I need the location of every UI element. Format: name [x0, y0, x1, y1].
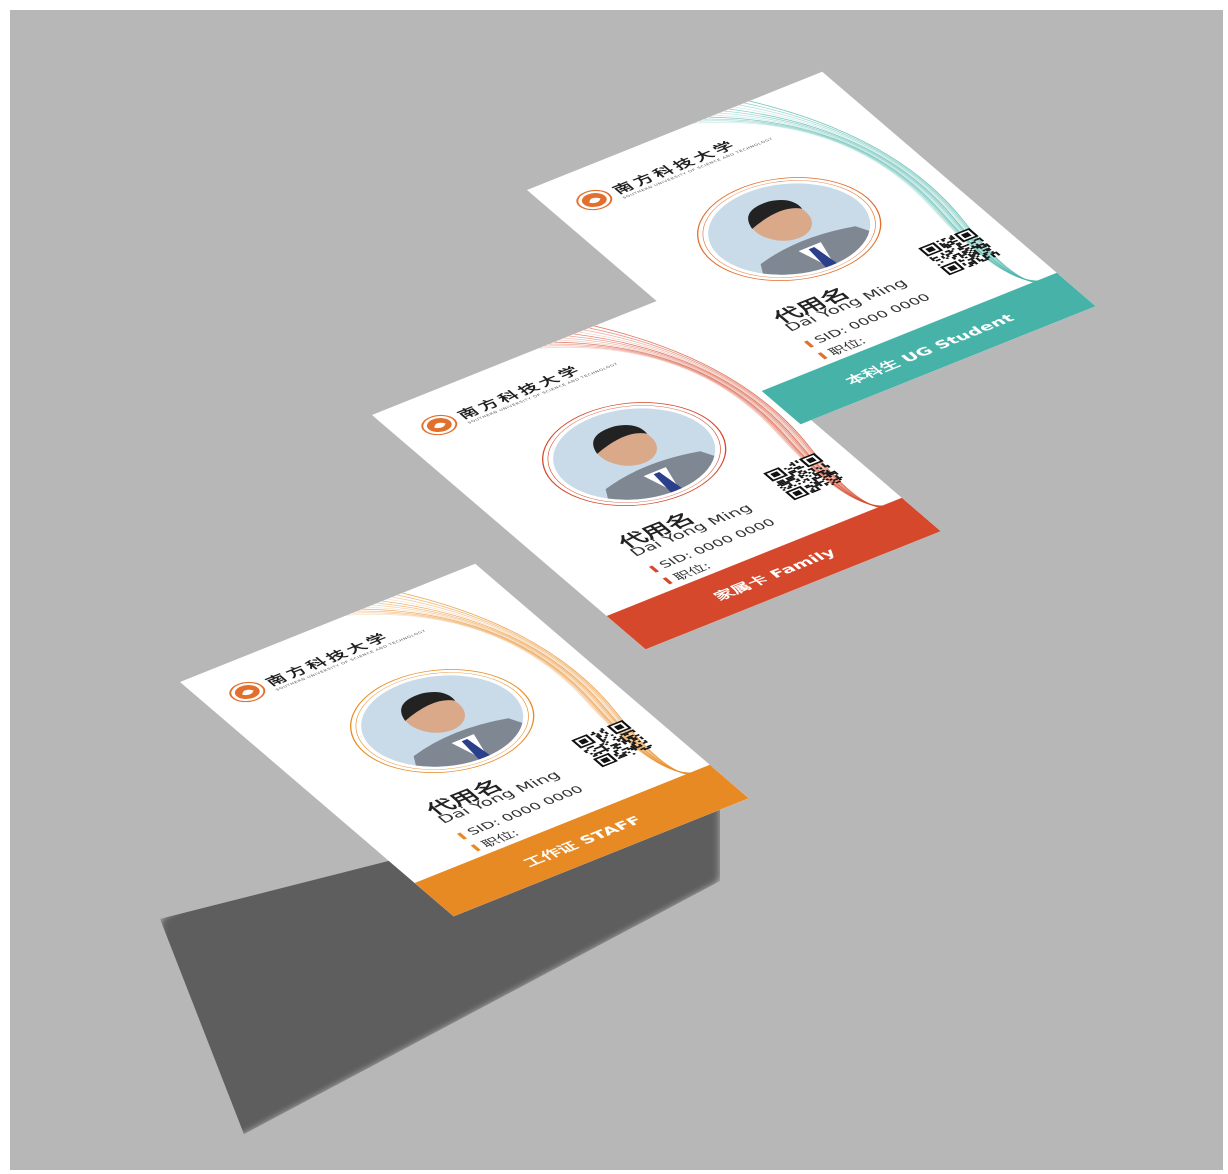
mockup-scene: 南方科技大学 SOUTHERN UNIVERSITY OF SCIENCE AN…: [10, 10, 1223, 1170]
